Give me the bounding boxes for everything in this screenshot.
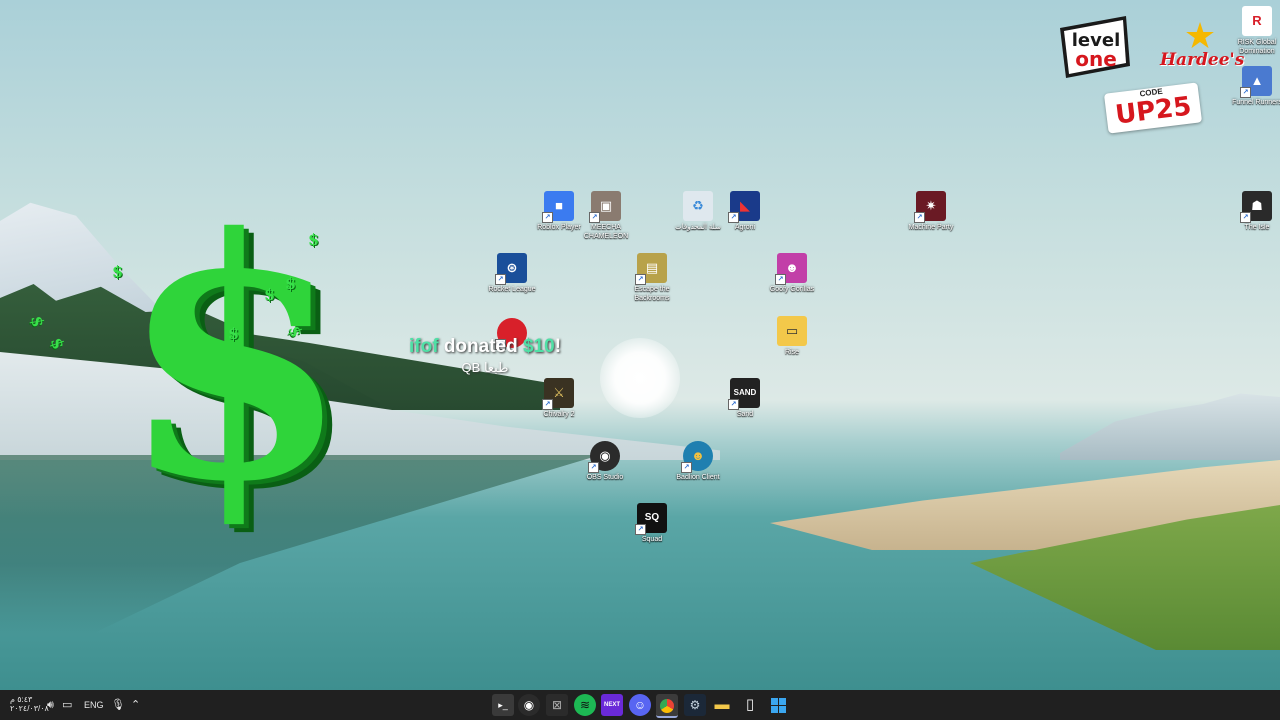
- clock-date: ٢٠٢٤/٠٣/٠٨: [10, 704, 49, 713]
- desktop-icon-chivalry[interactable]: ⚔ ↗ Chivalry 2: [529, 378, 589, 419]
- desktop-icon-folder[interactable]: ▭ Rise: [762, 316, 822, 357]
- notepad-icon[interactable]: ▯: [739, 694, 761, 716]
- funnel-runners-icon: ▲ ↗: [1240, 66, 1272, 98]
- gorilla-game-icon: ☻ ↗: [775, 253, 807, 285]
- volume-icon[interactable]: 🔊︎: [47, 690, 54, 720]
- desktop-icon-sand[interactable]: SAND ↗ Sand: [715, 378, 775, 419]
- language-indicator[interactable]: ENG: [84, 690, 104, 720]
- obs-taskbar-icon[interactable]: ◉: [518, 694, 540, 716]
- roblox-icon: ■ ↗: [542, 191, 574, 223]
- mini-dollar-icon: $: [264, 285, 276, 304]
- donation-amount: $10: [522, 336, 555, 357]
- network-icon[interactable]: ▭: [62, 690, 72, 720]
- squad-icon: SQ ↗: [635, 503, 667, 535]
- the-isle-icon: ☗ ↗: [1240, 191, 1272, 223]
- capture-icon[interactable]: ⊠: [546, 694, 568, 716]
- wallpaper-sun: [600, 338, 680, 418]
- donation-verb: donated: [443, 336, 518, 357]
- desktop-icon-gorilla[interactable]: ☻ ↗ Goofy Gorillas: [762, 253, 822, 294]
- mini-dollar-icon: $: [228, 324, 240, 343]
- mini-dollar-icon: $: [112, 262, 124, 281]
- chivalry-icon: ⚔ ↗: [542, 378, 574, 410]
- desktop-icon-rocket-league[interactable]: ⊛ ↗ Rocket League: [482, 253, 542, 294]
- hardees-name: Hardee's: [1160, 50, 1245, 70]
- mini-dollar-icon: $: [285, 274, 297, 293]
- machine-party-icon: ✷ ↗: [914, 191, 946, 223]
- show-hidden-icons-chevron-icon[interactable]: ⌃: [131, 690, 140, 720]
- terminal-icon[interactable]: ▸_: [492, 694, 514, 716]
- level-one-text-2: one: [1075, 47, 1117, 71]
- donation-alert: ifof donated $10! QB طبعا: [396, 336, 574, 376]
- promo-code-tag: CODE UP25: [1103, 82, 1203, 134]
- desktop-icon-escape-backrooms[interactable]: ▤ ↗ Escape the Backrooms: [622, 253, 682, 303]
- desktop-icon-badlion[interactable]: ☻ ↗ Badlion Client: [668, 441, 728, 482]
- microphone-icon[interactable]: 🎙︎: [111, 690, 125, 720]
- level-one-logo: level one: [1060, 16, 1130, 78]
- donation-alert-headline: ifof donated $10!: [396, 336, 574, 358]
- rocket-league-icon: ⊛ ↗: [495, 253, 527, 285]
- steam-icon[interactable]: ⚙: [684, 694, 706, 716]
- desktop-icon-obs[interactable]: ◉ ↗ OBS Studio: [575, 441, 635, 482]
- clock-time: ٥:٤٣ م: [10, 695, 33, 704]
- taskbar: ٥:٤٣ م ٢٠٢٤/٠٣/٠٨ 🔊︎ ▭ ENG 🎙︎ ⌃ ▸_ ◉ ⊠ ≋…: [0, 690, 1280, 720]
- donation-message: QB طبعا: [461, 360, 509, 375]
- start-icon[interactable]: [767, 694, 789, 716]
- file-explorer-icon[interactable]: ▬: [711, 694, 733, 716]
- badlion-client-icon: ☻ ↗: [681, 441, 713, 473]
- meecha-chameleon-icon: ▣ ↗: [589, 191, 621, 223]
- mini-dollar-icon: $: [308, 230, 320, 249]
- next-icon[interactable]: NEXT: [601, 694, 623, 716]
- chrome-icon[interactable]: [656, 694, 678, 718]
- spotify-icon[interactable]: ≋: [574, 694, 596, 716]
- desktop-icon-meecha[interactable]: ▣ ↗ MEECHA CHAMELEON: [576, 191, 636, 241]
- donor-name: ifof: [408, 336, 439, 357]
- hardees-star-icon: ★: [1183, 15, 1217, 56]
- desktop-icon-machine-party[interactable]: ✷ ↗ Machine Party: [901, 191, 961, 232]
- sand-icon: SAND ↗: [728, 378, 760, 410]
- desktop-icon-agroni[interactable]: ◣ ↗ Agroni: [715, 191, 775, 232]
- donation-exclamation: !: [554, 336, 562, 357]
- wallpaper-mountain-right: [1060, 393, 1280, 460]
- obs-studio-icon: ◉ ↗: [588, 441, 620, 473]
- discord-icon[interactable]: ☺: [629, 694, 651, 716]
- agroni-icon: ◣ ↗: [728, 191, 760, 223]
- desktop-icon-squad[interactable]: SQ ↗ Squad: [622, 503, 682, 544]
- escape-backrooms-icon: ▤ ↗: [635, 253, 667, 285]
- desktop-icon-the-isle[interactable]: ☗ ↗ The Isle: [1227, 191, 1280, 232]
- folder-icon: ▭: [777, 316, 807, 346]
- risk-icon: R: [1242, 6, 1272, 36]
- desktop-wallpaper[interactable]: ■ ↗ Roblox Player ▣ ↗ MEECHA CHAMELEON ♻ س…: [0, 0, 1280, 690]
- hardees-logo: ★ Hardee's: [1160, 15, 1245, 76]
- recycle-bin-icon: ♻: [683, 191, 713, 221]
